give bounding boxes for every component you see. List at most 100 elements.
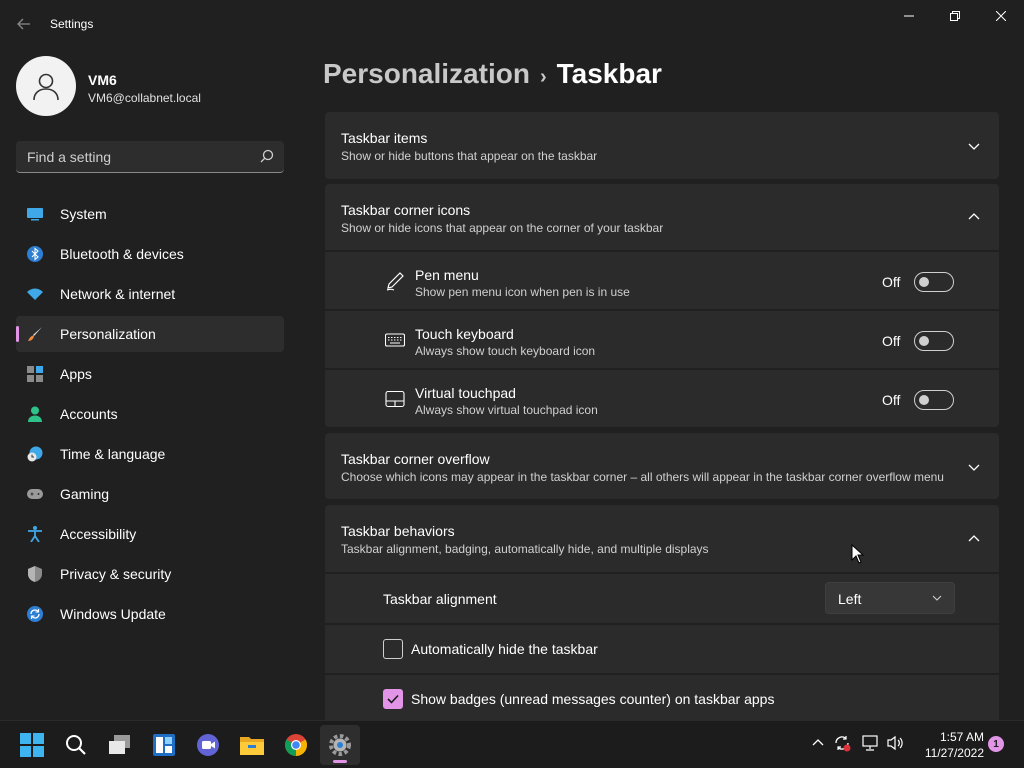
search-icon [66, 735, 86, 755]
toggle-state-label: Off [882, 392, 901, 408]
row-title: Touch keyboard [415, 326, 514, 342]
sidebar-item-system[interactable]: System [16, 196, 284, 232]
row-description: Always show virtual touchpad icon [415, 403, 598, 417]
task-view-button[interactable] [100, 725, 140, 765]
sidebar-item-accounts[interactable]: Accounts [16, 396, 284, 432]
sidebar-item-time-language[interactable]: Time & language [16, 436, 284, 472]
sidebar-item-label: Accessibility [60, 526, 137, 542]
minimize-button[interactable] [886, 0, 932, 32]
profile-email: VM6@collabnet.local [88, 91, 201, 105]
row-title: Virtual touchpad [415, 385, 516, 401]
clock-globe-icon [27, 446, 43, 462]
sidebar-item-network[interactable]: Network & internet [16, 276, 284, 312]
touchpad-icon [385, 390, 405, 408]
auto-hide-checkbox[interactable] [383, 639, 403, 659]
section-title: Taskbar items [341, 130, 428, 146]
checkmark-icon [387, 694, 399, 704]
section-description: Show or hide icons that appear on the co… [341, 221, 664, 235]
start-button[interactable] [12, 725, 52, 765]
virtual-touchpad-toggle[interactable] [914, 390, 954, 410]
sidebar-item-label: Windows Update [60, 606, 166, 622]
search-input[interactable]: Find a setting [16, 141, 284, 173]
tray-volume-button[interactable] [885, 733, 905, 753]
restore-button[interactable] [932, 0, 978, 32]
sidebar-item-privacy-security[interactable]: Privacy & security [16, 556, 284, 592]
file-explorer-icon [240, 737, 264, 755]
sidebar-item-accessibility[interactable]: Accessibility [16, 516, 284, 552]
page-title: Taskbar [556, 58, 662, 89]
teams-chat-icon [197, 734, 219, 756]
brush-icon [28, 327, 42, 341]
sidebar-item-windows-update[interactable]: Windows Update [16, 596, 284, 632]
dropdown-value: Left [838, 591, 862, 607]
settings-taskbar-button[interactable] [320, 725, 360, 765]
widgets-icon [153, 734, 175, 756]
chat-button[interactable] [188, 725, 228, 765]
taskbar: 1:57 AM 11/27/2022 1 [0, 720, 1024, 768]
back-arrow-icon [17, 18, 30, 30]
toggle-state-label: Off [882, 333, 901, 349]
auto-hide-row: Automatically hide the taskbar [325, 625, 999, 673]
touch-keyboard-toggle[interactable] [914, 331, 954, 351]
accessibility-icon [28, 526, 42, 542]
row-title: Pen menu [415, 267, 479, 283]
restore-icon [950, 11, 960, 21]
checkbox-label[interactable]: Automatically hide the taskbar [411, 641, 598, 657]
row-title: Taskbar alignment [383, 591, 497, 607]
sidebar-item-label: Accounts [60, 406, 118, 422]
apps-icon [27, 366, 43, 382]
taskbar-search-button[interactable] [56, 725, 96, 765]
search-icon [260, 149, 274, 163]
sidebar-item-bluetooth[interactable]: Bluetooth & devices [16, 236, 284, 272]
bluetooth-icon [27, 246, 43, 262]
taskbar-clock[interactable]: 1:57 AM 11/27/2022 [908, 729, 984, 761]
file-explorer-button[interactable] [232, 725, 272, 765]
tray-sync-button[interactable] [832, 733, 852, 753]
taskbar-corner-icons-section[interactable]: Taskbar corner icons Show or hide icons … [325, 184, 999, 250]
chrome-button[interactable] [276, 725, 316, 765]
toggle-knob [919, 277, 929, 287]
sidebar-item-label: Time & language [60, 446, 166, 462]
checkbox-label[interactable]: Show badges (unread messages counter) on… [411, 691, 774, 707]
volume-icon [887, 735, 903, 751]
sidebar-item-label: Personalization [60, 326, 156, 342]
avatar [16, 56, 76, 116]
chevron-up-icon [968, 213, 980, 220]
sidebar-item-gaming[interactable]: Gaming [16, 476, 284, 512]
back-button[interactable] [10, 10, 38, 38]
minimize-icon [904, 15, 914, 17]
sidebar-item-personalization[interactable]: Personalization [16, 316, 284, 352]
settings-icon [329, 734, 351, 756]
chrome-icon [285, 734, 307, 756]
search-placeholder: Find a setting [27, 149, 112, 165]
tray-overflow-button[interactable] [808, 733, 828, 753]
close-button[interactable] [978, 0, 1024, 32]
chevron-down-icon [932, 595, 942, 601]
sidebar-item-apps[interactable]: Apps [16, 356, 284, 392]
title-bar: Settings [0, 0, 1024, 48]
breadcrumb-parent-link[interactable]: Personalization [323, 58, 530, 89]
pen-menu-toggle[interactable] [914, 272, 954, 292]
wifi-icon [27, 288, 43, 300]
notification-badge[interactable]: 1 [988, 736, 1004, 752]
widgets-button[interactable] [144, 725, 184, 765]
task-view-icon [109, 735, 130, 754]
tray-network-button[interactable] [860, 733, 880, 753]
section-description: Show or hide buttons that appear on the … [341, 149, 598, 163]
row-description: Show pen menu icon when pen is in use [415, 285, 630, 299]
sidebar-item-label: Bluetooth & devices [60, 246, 184, 262]
section-description: Choose which icons may appear in the tas… [341, 470, 944, 484]
pen-menu-row: Pen menu Show pen menu icon when pen is … [325, 252, 999, 309]
taskbar-corner-overflow-section[interactable]: Taskbar corner overflow Choose which ico… [325, 433, 999, 499]
taskbar-alignment-dropdown[interactable]: Left [825, 582, 955, 614]
taskbar-behaviors-section[interactable]: Taskbar behaviors Taskbar alignment, bad… [325, 505, 999, 572]
shield-icon [28, 566, 42, 582]
profile-name: VM6 [88, 72, 117, 88]
mouse-cursor-icon [851, 544, 865, 564]
clock-time: 1:57 AM [939, 730, 984, 744]
sidebar-item-label: System [60, 206, 107, 222]
breadcrumb-separator: › [539, 66, 547, 88]
show-badges-checkbox[interactable] [383, 689, 403, 709]
accounts-icon [28, 406, 42, 422]
taskbar-items-section[interactable]: Taskbar items Show or hide buttons that … [325, 112, 999, 179]
